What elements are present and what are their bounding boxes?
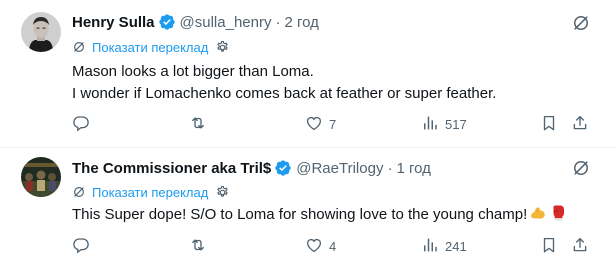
share-icon — [571, 236, 589, 257]
repost-icon — [189, 114, 207, 135]
views-button[interactable]: 241 — [421, 236, 467, 256]
author-handle[interactable]: @sulla_henry — [180, 14, 272, 31]
show-translation-link[interactable]: Показати переклад — [72, 183, 230, 201]
grok-icon — [72, 40, 86, 54]
show-translation-label[interactable]: Показати переклад — [92, 40, 208, 55]
tweet-text-content: This Super dope! S/O to Loma for showing… — [72, 206, 528, 223]
avatar[interactable] — [21, 12, 61, 52]
tweet[interactable]: The Commissioner aka Tril$ @RaeTrilogy ·… — [0, 148, 616, 266]
like-button[interactable]: 7 — [305, 114, 336, 134]
like-count: 7 — [329, 116, 337, 132]
tweet[interactable]: Henry Sulla @sulla_henry · 2 год Показат… — [0, 0, 616, 148]
tweet-text-line: Mason looks a lot bigger than Loma. — [72, 63, 314, 80]
tweet-text: This Super dope! S/O to Loma for showing… — [72, 204, 567, 226]
views-icon — [421, 114, 439, 135]
grok-icon — [72, 185, 86, 199]
boxing-glove-emoji — [549, 204, 567, 222]
views-button[interactable]: 517 — [421, 114, 467, 134]
share-button[interactable] — [571, 114, 589, 134]
views-icon — [421, 236, 439, 257]
timestamp[interactable]: 1 год — [396, 160, 430, 177]
repost-button[interactable] — [189, 114, 213, 134]
flexed-biceps-emoji — [529, 204, 547, 222]
bookmark-icon — [540, 114, 558, 135]
bookmark-button[interactable] — [540, 114, 558, 134]
separator-dot: · — [275, 13, 281, 31]
tweet-text-line: I wonder if Lomachenko comes back at fea… — [72, 85, 497, 102]
avatar[interactable] — [21, 157, 61, 197]
gear-icon[interactable] — [215, 185, 230, 200]
show-translation-link[interactable]: Показати переклад — [72, 38, 230, 56]
tweet-actions: 4 241 — [0, 236, 616, 256]
reply-icon — [72, 236, 90, 257]
author-handle[interactable]: @RaeTrilogy — [296, 160, 383, 177]
reply-button[interactable] — [72, 236, 96, 256]
share-button[interactable] — [571, 236, 589, 256]
view-count: 241 — [445, 238, 467, 254]
timestamp[interactable]: 2 год — [284, 14, 318, 31]
grok-icon[interactable] — [570, 157, 592, 179]
repost-icon — [189, 236, 207, 257]
like-count: 4 — [329, 238, 337, 254]
bookmark-button[interactable] — [540, 236, 558, 256]
author-name[interactable]: The Commissioner aka Tril$ — [72, 160, 271, 177]
like-button[interactable]: 4 — [305, 236, 336, 256]
reply-button[interactable] — [72, 114, 96, 134]
grok-icon[interactable] — [570, 12, 592, 34]
like-icon — [305, 236, 323, 257]
tweet-actions: 7 517 — [0, 114, 616, 134]
tweet-header: Henry Sulla @sulla_henry · 2 год — [72, 12, 319, 32]
reply-icon — [72, 114, 90, 135]
like-icon — [305, 114, 323, 135]
verified-badge-icon — [158, 13, 176, 31]
tweet-header: The Commissioner aka Tril$ @RaeTrilogy ·… — [72, 158, 431, 178]
repost-button[interactable] — [189, 236, 213, 256]
show-translation-label[interactable]: Показати переклад — [92, 185, 208, 200]
share-icon — [571, 114, 589, 135]
view-count: 517 — [445, 116, 467, 132]
verified-badge-icon — [274, 159, 292, 177]
gear-icon[interactable] — [215, 40, 230, 55]
tweet-text: Mason looks a lot bigger than Loma. I wo… — [72, 61, 496, 105]
bookmark-icon — [540, 236, 558, 257]
separator-dot: · — [387, 159, 393, 177]
author-name[interactable]: Henry Sulla — [72, 14, 155, 31]
